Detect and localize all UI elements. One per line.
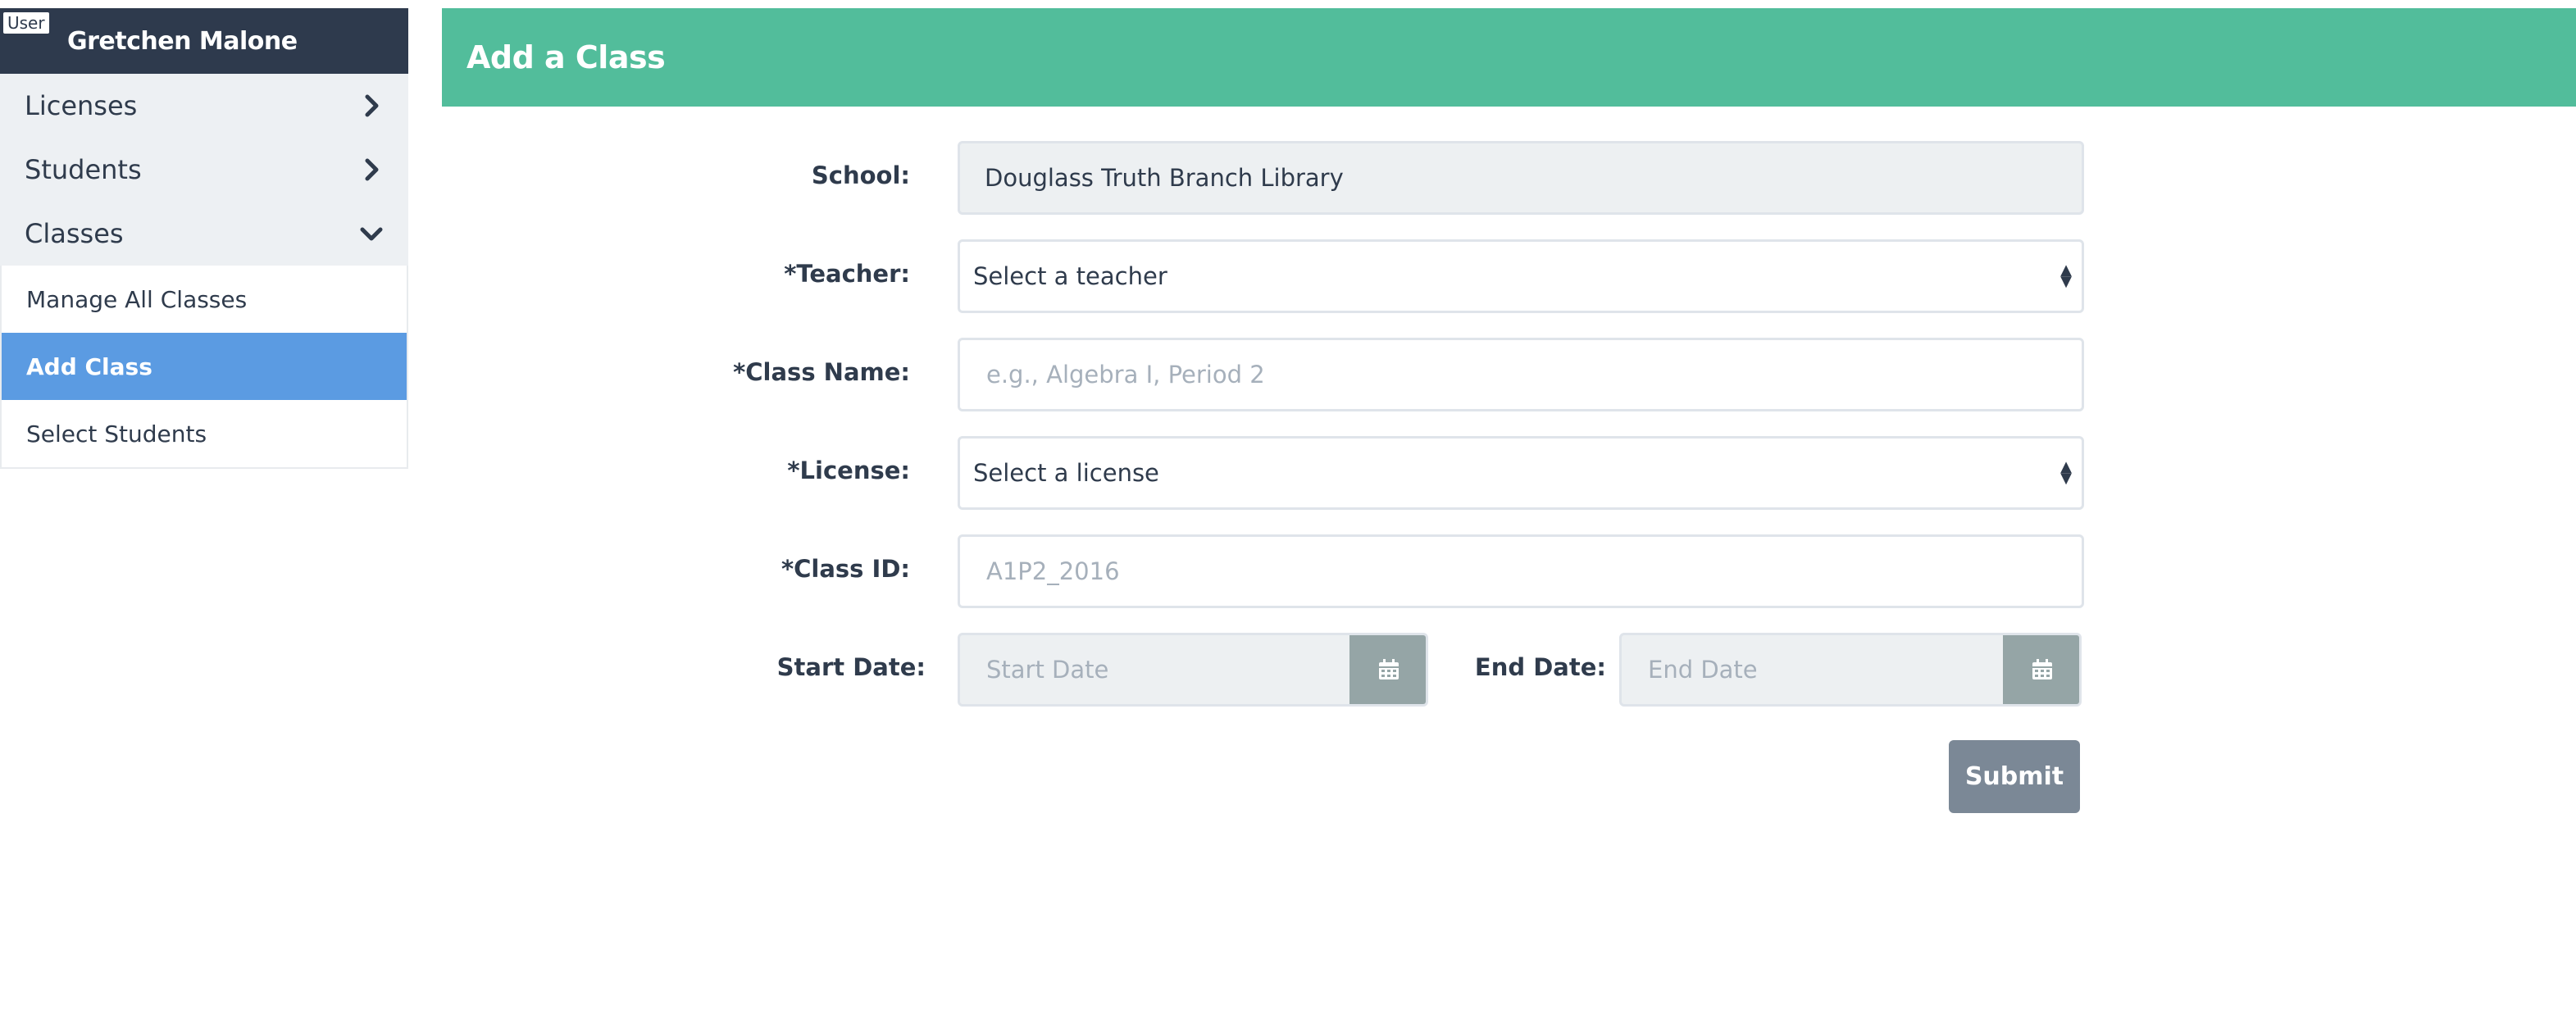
class-id-field[interactable]	[958, 534, 2084, 608]
class-id-label: *Class ID:	[781, 555, 910, 583]
chevron-right-icon	[365, 158, 379, 181]
subnav-item-manage-all-classes[interactable]: Manage All Classes	[2, 266, 407, 333]
school-value: Douglass Truth Branch Library	[985, 164, 1344, 192]
license-label: *License:	[787, 457, 910, 484]
sidebar-item-licenses[interactable]: Licenses	[0, 74, 408, 138]
teacher-label: *Teacher:	[784, 260, 910, 288]
class-name-input[interactable]	[985, 360, 2082, 389]
user-bar: User Gretchen Malone	[0, 8, 408, 74]
sidebar-item-classes[interactable]: Classes	[0, 202, 408, 266]
license-select[interactable]: Select a license ▲ ▼	[958, 436, 2084, 510]
page-title: Add a Class	[467, 39, 666, 75]
start-date-field[interactable]	[958, 633, 1428, 707]
subnav-item-add-class[interactable]: Add Class	[2, 333, 407, 400]
start-date-calendar-button[interactable]	[1349, 635, 1426, 704]
sidebar-item-label: Licenses	[25, 90, 138, 121]
sidebar: User Gretchen Malone Licenses Students C…	[0, 8, 408, 469]
user-name[interactable]: Gretchen Malone	[67, 27, 298, 56]
user-role-badge: User	[2, 11, 50, 34]
end-date-field[interactable]	[1619, 633, 2082, 707]
classes-subnav: Manage All Classes Add Class Select Stud…	[0, 266, 408, 469]
class-name-field[interactable]	[958, 338, 2084, 411]
select-arrows-icon: ▲ ▼	[2060, 458, 2072, 487]
teacher-select[interactable]: Select a teacher ▲ ▼	[958, 239, 2084, 313]
select-arrows-icon: ▲ ▼	[2060, 261, 2072, 290]
subnav-item-select-students[interactable]: Select Students	[2, 400, 407, 467]
class-id-input[interactable]	[985, 557, 2082, 586]
calendar-icon	[1379, 659, 1399, 679]
sidebar-item-label: Students	[25, 154, 142, 185]
end-date-calendar-button[interactable]	[2003, 635, 2079, 704]
page-header: Add a Class	[442, 8, 2576, 107]
sidebar-item-students[interactable]: Students	[0, 138, 408, 202]
chevron-down-icon	[360, 227, 383, 241]
calendar-icon	[2032, 659, 2052, 679]
start-date-label: Start Date:	[776, 653, 926, 681]
end-date-label: End Date:	[1474, 653, 1606, 681]
school-field: Douglass Truth Branch Library	[958, 141, 2084, 215]
school-label: School:	[811, 161, 910, 189]
sidebar-item-label: Classes	[25, 218, 124, 249]
submit-button[interactable]: Submit	[1949, 740, 2080, 813]
teacher-select-value: Select a teacher	[973, 262, 1167, 290]
class-name-label: *Class Name:	[733, 358, 910, 386]
license-select-value: Select a license	[973, 459, 1159, 487]
chevron-right-icon	[365, 94, 379, 117]
